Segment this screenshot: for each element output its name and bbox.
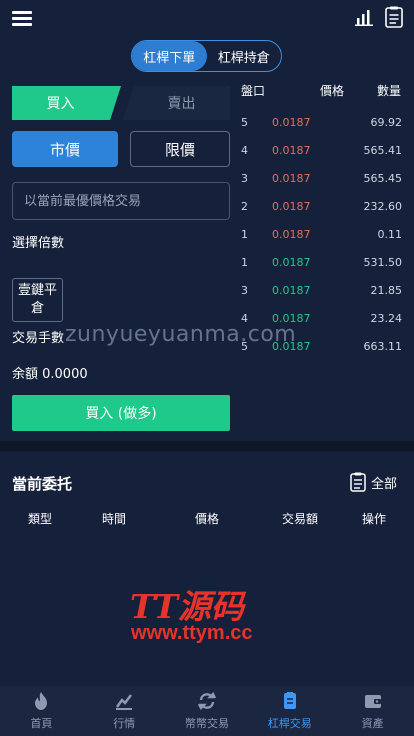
all-orders-label: 全部 (371, 476, 398, 492)
balance-label: 余額 0.0000 (12, 367, 88, 382)
column-price: 價格 (195, 512, 220, 526)
document-list-icon[interactable] (385, 6, 403, 28)
ask-qty: 69.92 (370, 116, 403, 129)
watermark-domain: zunyueyuanma.com (65, 322, 297, 347)
bid-qty: 663.11 (363, 340, 403, 353)
ask-price: 0.0187 (272, 228, 311, 241)
nav-home[interactable]: 首頁 (0, 686, 83, 736)
orderbook-header-level: 盤口 (241, 84, 266, 98)
exchange-icon (197, 691, 217, 711)
market-order-button[interactable]: 市價 (12, 131, 118, 167)
tab-sell[interactable]: 賣出 (123, 86, 230, 120)
tab-leverage-order[interactable]: 杠桿下單 (132, 41, 207, 71)
bottom-navigation: 首頁 行情 幣幣交易 杠桿交易 資產 (0, 686, 414, 736)
ask-qty: 565.45 (363, 172, 403, 185)
bid-price: 0.0187 (272, 284, 311, 297)
ask-index: 5 (241, 116, 248, 129)
bid-qty: 531.50 (363, 256, 403, 269)
bid-price: 0.0187 (272, 256, 311, 269)
nav-assets[interactable]: 資產 (331, 686, 414, 736)
mode-segmented-control: 杠桿下單 杠桿持倉 (131, 40, 282, 72)
ask-row[interactable]: 2 0.0187 232.60 (241, 193, 402, 221)
limit-order-button[interactable]: 限價 (130, 131, 230, 167)
column-amount: 交易額 (282, 512, 319, 526)
nav-leverage-trade[interactable]: 杠桿交易 (248, 686, 331, 736)
nav-label: 行情 (113, 717, 136, 730)
all-orders-link[interactable]: 全部 (350, 472, 397, 492)
ask-index: 4 (241, 144, 248, 157)
ask-index: 1 (241, 228, 248, 241)
leverage-doc-icon (283, 692, 296, 709)
nav-label: 資產 (361, 717, 384, 730)
section-divider (0, 441, 414, 451)
current-orders-title: 當前委托 (12, 475, 73, 493)
bid-index: 3 (241, 284, 248, 297)
ask-index: 3 (241, 172, 248, 185)
nav-spot-trade[interactable]: 幣幣交易 (166, 686, 249, 736)
leverage-label: 選擇倍數 (12, 236, 65, 251)
ask-row[interactable]: 4 0.0187 565.41 (241, 137, 402, 165)
ask-qty: 0.11 (377, 228, 403, 241)
bid-qty: 23.24 (370, 312, 403, 325)
orderbook-header-qty: 數量 (377, 84, 402, 98)
buy-long-button[interactable]: 買入 (做多) (12, 395, 230, 431)
ask-price: 0.0187 (272, 200, 311, 213)
ask-row[interactable]: 3 0.0187 565.45 (241, 165, 402, 193)
fee-label: 交易手數 (12, 331, 65, 346)
ask-row[interactable]: 5 0.0187 69.92 (241, 109, 402, 137)
tab-leverage-position[interactable]: 杠桿持倉 (207, 41, 282, 71)
tab-buy[interactable]: 買入 (12, 86, 121, 120)
nav-market[interactable]: 行情 (83, 686, 166, 736)
bid-row[interactable]: 3 0.0187 21.85 (241, 277, 402, 305)
wallet-icon (364, 695, 381, 708)
bid-index: 1 (241, 256, 248, 269)
hamburger-menu-icon[interactable] (12, 11, 32, 27)
nav-label: 幣幣交易 (184, 717, 229, 730)
orderbook-header-price: 價格 (320, 84, 345, 98)
ask-index: 2 (241, 200, 248, 213)
ask-price: 0.0187 (272, 172, 311, 185)
watermark-logo: TT源码 (130, 587, 244, 626)
bid-qty: 21.85 (370, 284, 403, 297)
flame-icon (35, 692, 48, 710)
document-list-icon (350, 472, 366, 492)
column-type: 類型 (28, 512, 53, 526)
column-action: 操作 (362, 512, 387, 526)
nav-label: 杠桿交易 (267, 717, 312, 730)
watermark-url: www.ttym.cc (131, 622, 253, 644)
column-time: 時間 (102, 512, 127, 526)
ask-price: 0.0187 (272, 144, 311, 157)
trend-icon (116, 694, 133, 710)
ask-price: 0.0187 (272, 116, 311, 129)
ask-qty: 232.60 (363, 200, 403, 213)
one-click-close-button[interactable]: 壹鍵平倉 (12, 278, 63, 322)
price-input[interactable] (12, 182, 230, 220)
ask-row[interactable]: 1 0.0187 0.11 (241, 221, 402, 249)
nav-label: 首頁 (30, 717, 53, 730)
ask-qty: 565.41 (363, 144, 403, 157)
bar-chart-icon[interactable] (355, 8, 375, 26)
bid-row[interactable]: 1 0.0187 531.50 (241, 249, 402, 277)
